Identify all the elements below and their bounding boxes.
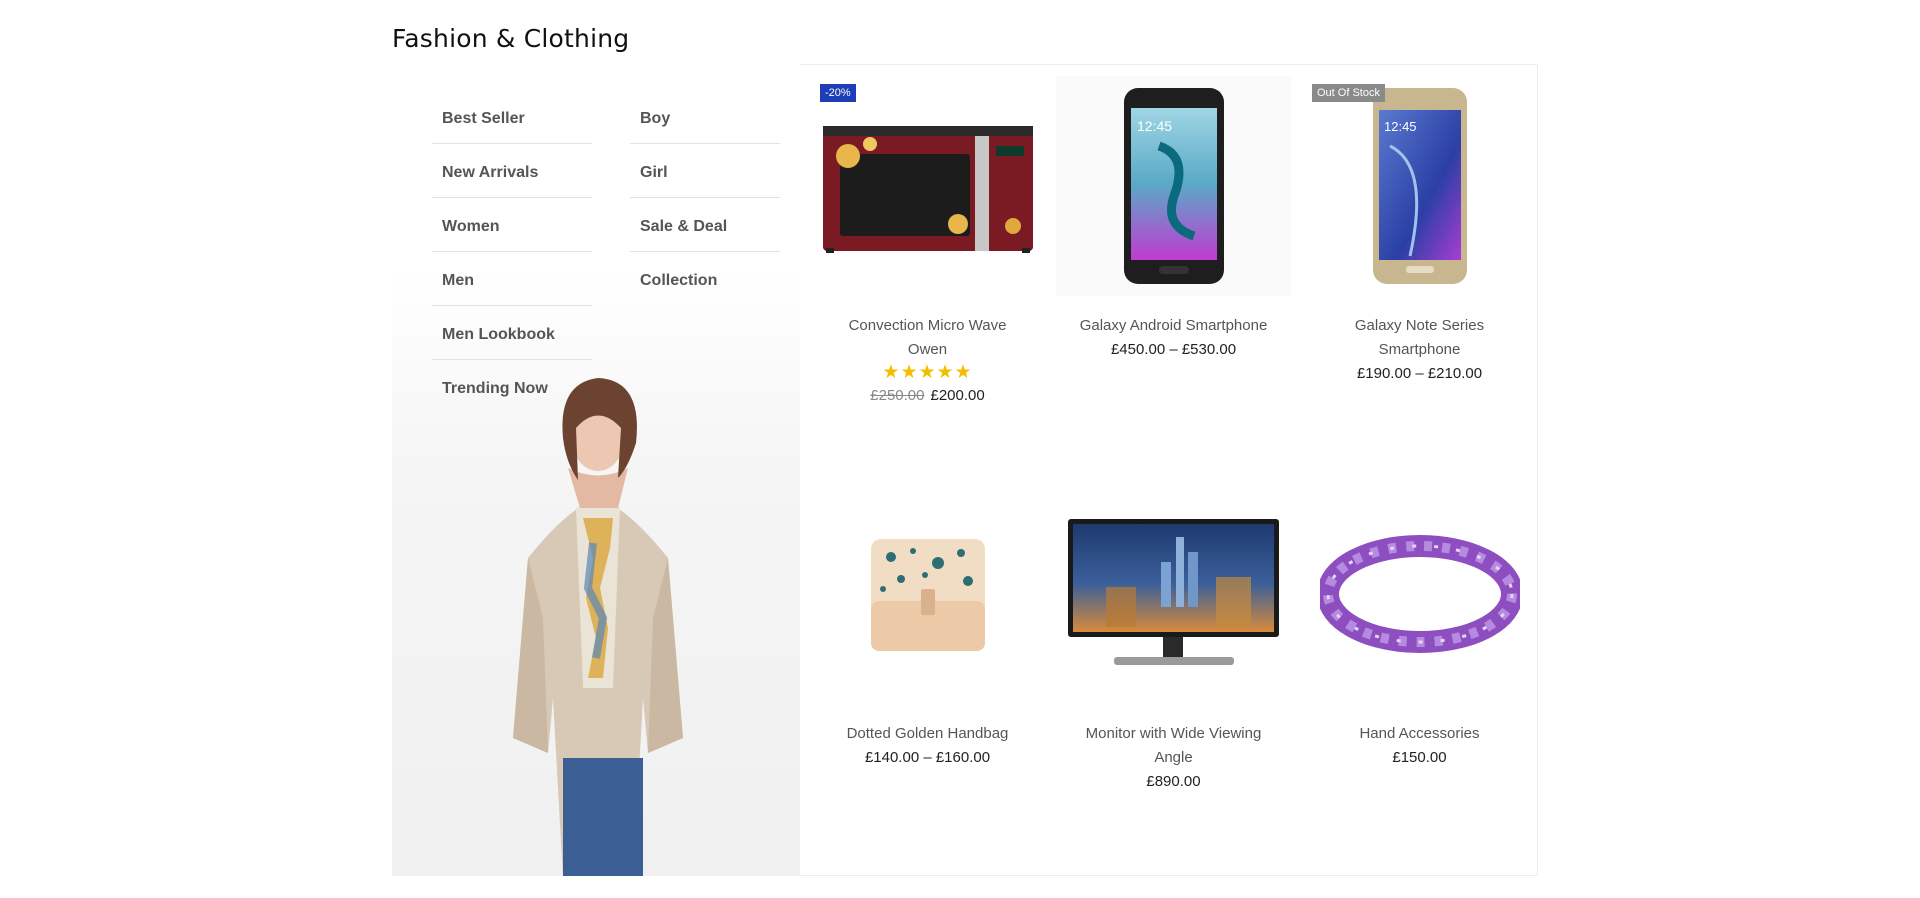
handbag-image: [870, 539, 985, 651]
menu-item-best-seller[interactable]: Best Seller: [432, 90, 592, 144]
bracelet-image: [1319, 535, 1520, 653]
menu-item-sale-deal[interactable]: Sale & Deal: [630, 198, 780, 252]
menu-item-trending-now[interactable]: Trending Now: [432, 360, 592, 414]
smartphone-image: 12:45: [1372, 88, 1467, 284]
category-sidebar: Best Seller New Arrivals Women Men Men L…: [392, 64, 800, 876]
product-thumb[interactable]: [1056, 484, 1291, 704]
product-thumb[interactable]: [1302, 484, 1537, 704]
product-price: £150.00: [1392, 749, 1447, 766]
fashion-model-image: [513, 378, 683, 876]
sale-price: £200.00: [930, 387, 985, 404]
star-rating: ★★★★★: [882, 362, 973, 383]
product-thumb[interactable]: -20%: [810, 76, 1045, 296]
svg-text:12:45: 12:45: [1384, 119, 1417, 134]
product-thumb[interactable]: [810, 484, 1045, 704]
product-name[interactable]: Monitor with Wide Viewing Angle: [1056, 722, 1291, 770]
svg-text:12:45: 12:45: [1137, 118, 1172, 134]
menu-item-men-lookbook[interactable]: Men Lookbook: [432, 306, 592, 360]
old-price: £250.00: [870, 387, 925, 404]
product-thumb[interactable]: 12:45: [1056, 76, 1291, 296]
product-name[interactable]: Hand Accessories: [1302, 722, 1537, 746]
product-price: £250.00 £200.00: [810, 384, 1045, 408]
product-price: £190.00 – £210.00: [1356, 365, 1483, 382]
product-card[interactable]: -20% Convection Micro Wave Owen ★★★★★ £2…: [810, 76, 1045, 408]
section-title: Fashion & Clothing: [392, 24, 630, 53]
product-name[interactable]: Galaxy Note Series Smartphone: [1302, 314, 1537, 362]
menu-item-girl[interactable]: Girl: [630, 144, 780, 198]
menu-item-men[interactable]: Men: [432, 252, 592, 306]
product-card[interactable]: Hand Accessories £150.00: [1302, 484, 1537, 770]
product-price: £450.00 – £530.00: [1110, 341, 1237, 358]
microwave-image: [822, 126, 1033, 253]
product-price: £140.00 – £160.00: [864, 749, 991, 766]
product-card[interactable]: 12:45 Galaxy Android Smartphone £450.00 …: [1056, 76, 1291, 362]
menu-item-collection[interactable]: Collection: [630, 252, 780, 306]
menu-column-left: Best Seller New Arrivals Women Men Men L…: [432, 90, 592, 414]
menu-item-boy[interactable]: Boy: [630, 90, 780, 144]
product-name[interactable]: Convection Micro Wave Owen: [810, 314, 1045, 362]
monitor-image: [1068, 518, 1279, 665]
product-card[interactable]: Dotted Golden Handbag £140.00 – £160.00: [810, 484, 1045, 770]
menu-column-right: Boy Girl Sale & Deal Collection: [630, 90, 780, 306]
product-card[interactable]: Monitor with Wide Viewing Angle £890.00: [1056, 484, 1291, 794]
product-card[interactable]: Out Of Stock 12:45 Galaxy Note Series Sm…: [1302, 76, 1537, 386]
product-thumb[interactable]: Out Of Stock 12:45: [1302, 76, 1537, 296]
menu-item-women[interactable]: Women: [432, 198, 592, 252]
product-name[interactable]: Galaxy Android Smartphone: [1056, 314, 1291, 338]
menu-item-new-arrivals[interactable]: New Arrivals: [432, 144, 592, 198]
sale-badge: -20%: [820, 84, 856, 102]
out-of-stock-badge: Out Of Stock: [1312, 84, 1385, 102]
product-price: £890.00: [1146, 773, 1201, 790]
smartphone-image: 12:45: [1123, 88, 1224, 284]
product-name[interactable]: Dotted Golden Handbag: [810, 722, 1045, 746]
